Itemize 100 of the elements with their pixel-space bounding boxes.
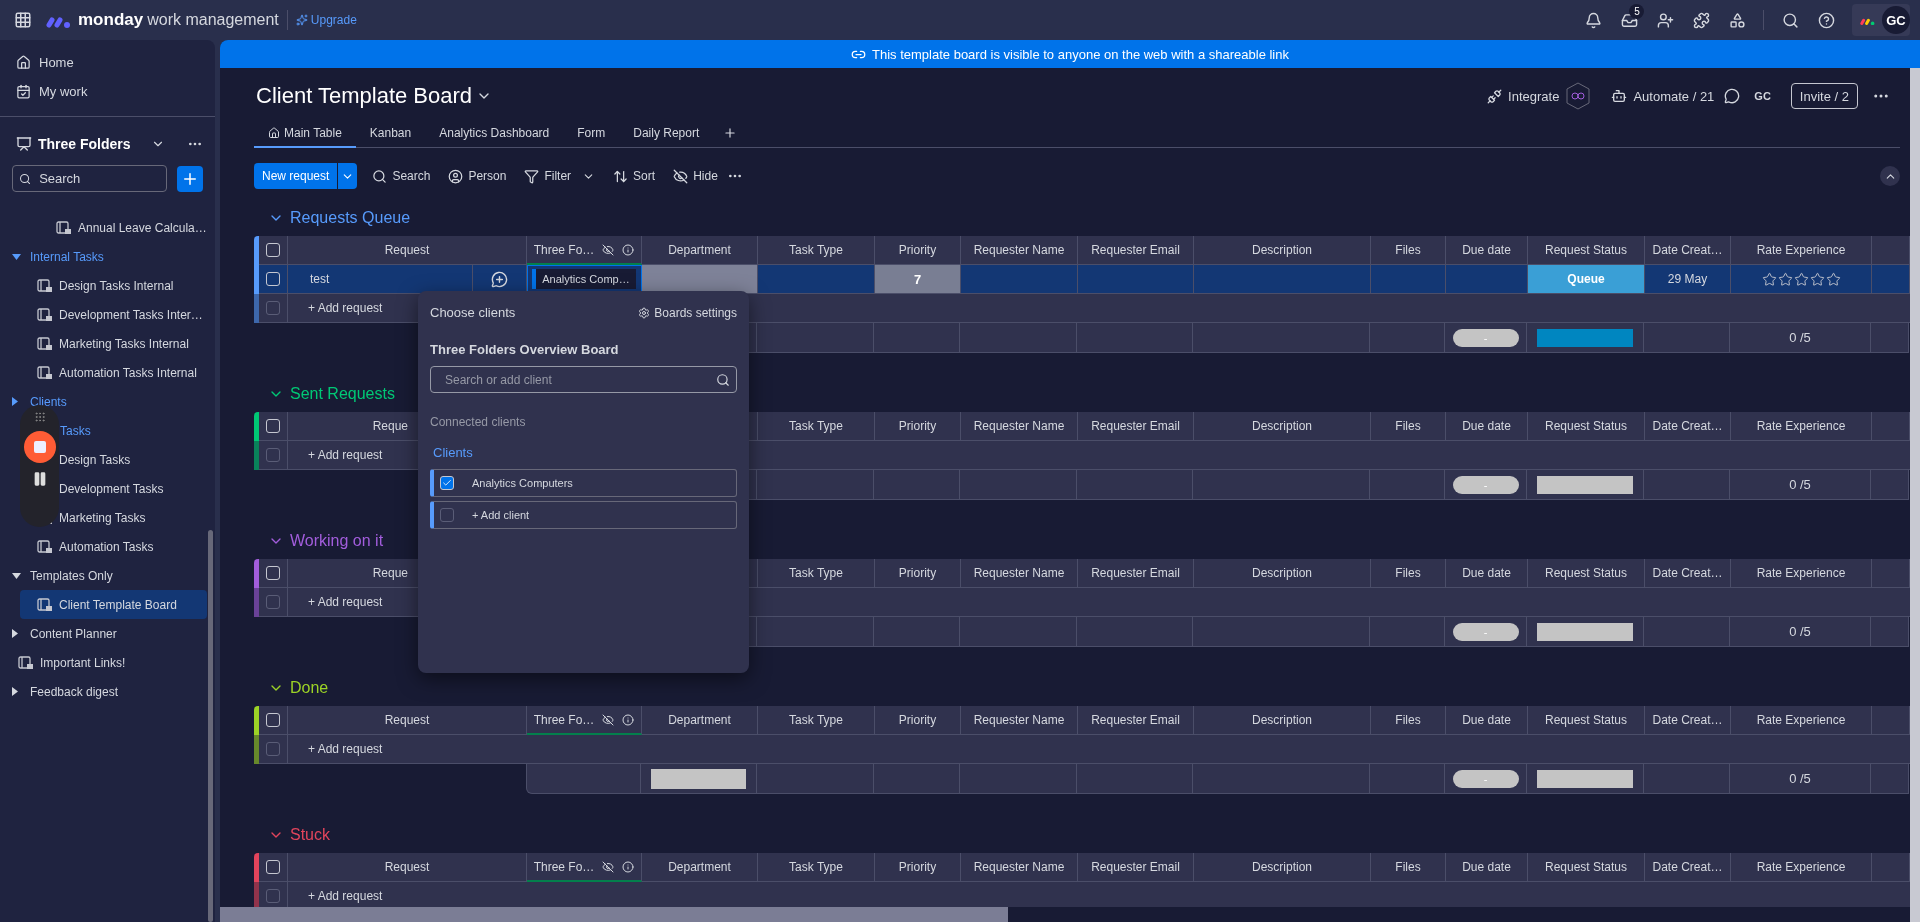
sidebar-folder-item[interactable]: Tasks bbox=[0, 416, 207, 445]
column-header[interactable]: Rate Experience bbox=[1731, 412, 1872, 441]
column-header[interactable]: Files bbox=[1371, 853, 1446, 882]
sidebar-board-item[interactable]: Important Links! bbox=[0, 648, 207, 677]
column-header[interactable]: Due date bbox=[1446, 559, 1528, 588]
eye-off-icon[interactable] bbox=[602, 860, 615, 873]
board-title[interactable]: Client Template Board bbox=[256, 83, 473, 109]
column-header[interactable]: Request Status bbox=[1528, 412, 1645, 441]
checkbox[interactable] bbox=[266, 860, 280, 874]
column-header[interactable]: Task Type bbox=[758, 853, 875, 882]
nav-item[interactable]: Home bbox=[0, 48, 215, 77]
column-header[interactable]: Request bbox=[288, 853, 527, 882]
rating-star-icon[interactable] bbox=[1793, 271, 1809, 287]
column-header[interactable]: Description bbox=[1194, 559, 1371, 588]
column-header[interactable]: Due date bbox=[1446, 412, 1528, 441]
info-icon[interactable] bbox=[622, 860, 635, 873]
checkbox[interactable] bbox=[266, 566, 280, 580]
sidebar-folder-item[interactable]: Templates Only bbox=[0, 561, 207, 590]
view-tab[interactable]: Form bbox=[563, 120, 620, 148]
column-header[interactable]: Due date bbox=[1446, 853, 1528, 882]
collapse-button[interactable] bbox=[1880, 166, 1900, 186]
toolbar-button[interactable]: Hide bbox=[664, 168, 727, 184]
sidebar-board-item[interactable]: Automation Tasks bbox=[0, 532, 207, 561]
toolbar-button[interactable]: Filter bbox=[515, 168, 605, 184]
column-header[interactable]: Rate Experience bbox=[1731, 706, 1872, 735]
toolbar-button[interactable]: Sort bbox=[604, 168, 665, 184]
add-item-row[interactable]: + Add request bbox=[288, 735, 1910, 764]
info-icon[interactable] bbox=[622, 243, 635, 256]
column-header[interactable]: Request Status bbox=[1528, 853, 1645, 882]
column-header[interactable]: Rate Experience bbox=[1731, 559, 1872, 588]
column-header[interactable]: Requester Email bbox=[1078, 853, 1194, 882]
priority-cell[interactable]: 7 bbox=[875, 265, 961, 294]
column-header[interactable]: Priority bbox=[875, 412, 961, 441]
dropdown-button[interactable] bbox=[337, 163, 358, 189]
add-item-row[interactable]: + Add request bbox=[288, 882, 1910, 907]
column-header[interactable]: Files bbox=[1371, 412, 1446, 441]
column-header[interactable]: Requester Name bbox=[961, 412, 1078, 441]
column-header[interactable]: Files bbox=[1371, 559, 1446, 588]
rating-star-icon[interactable] bbox=[1825, 271, 1841, 287]
sidebar-board-item[interactable]: Marketing Tasks Internal bbox=[0, 329, 207, 358]
column-header[interactable]: Department bbox=[642, 706, 758, 735]
avatar-initials[interactable]: GC bbox=[1740, 90, 1785, 102]
column-header[interactable]: Request Status bbox=[1528, 706, 1645, 735]
column-header[interactable]: Three Fo… bbox=[533, 859, 595, 874]
column-header[interactable]: Task Type bbox=[758, 236, 875, 265]
apps-menu-icon[interactable] bbox=[14, 11, 32, 29]
column-header[interactable]: Date Creat… bbox=[1645, 559, 1731, 588]
column-header[interactable]: Rate Experience bbox=[1731, 236, 1872, 265]
column-header[interactable]: Description bbox=[1194, 853, 1371, 882]
column-header[interactable]: Requester Name bbox=[961, 706, 1078, 735]
sidebar-board-item[interactable]: Development Tasks Inter… bbox=[0, 300, 207, 329]
drag-handle-icon[interactable] bbox=[33, 411, 46, 423]
eye-off-icon[interactable] bbox=[602, 713, 615, 726]
sidebar-folder-item[interactable]: Content Planner bbox=[0, 619, 207, 648]
automate-button[interactable]: Automate / 21 bbox=[1601, 88, 1725, 104]
column-header[interactable]: Date Creat… bbox=[1645, 853, 1731, 882]
upgrade-link[interactable]: Upgrade bbox=[295, 13, 357, 27]
column-header[interactable]: Priority bbox=[875, 559, 961, 588]
column-header[interactable]: Department bbox=[642, 853, 758, 882]
checkbox[interactable] bbox=[266, 243, 280, 257]
column-header[interactable]: Task Type bbox=[758, 412, 875, 441]
add-update-icon[interactable] bbox=[491, 270, 508, 288]
toolbar-button[interactable]: Person bbox=[439, 168, 516, 184]
column-header[interactable]: Priority bbox=[875, 853, 961, 882]
column-header[interactable]: Due date bbox=[1446, 706, 1528, 735]
column-header[interactable]: Task Type bbox=[758, 559, 875, 588]
integrate-button[interactable]: Integrate bbox=[1477, 82, 1602, 110]
sidebar-folder-item[interactable]: Clients bbox=[0, 387, 207, 416]
eye-off-icon[interactable] bbox=[602, 243, 615, 256]
view-tab[interactable]: Kanban bbox=[355, 120, 426, 148]
view-tab[interactable]: Main Table bbox=[254, 120, 356, 148]
checkbox[interactable] bbox=[440, 508, 454, 522]
sidebar-board-item[interactable]: Design Tasks Internal bbox=[0, 271, 207, 300]
column-header[interactable]: Priority bbox=[875, 236, 961, 265]
item-name[interactable]: test bbox=[288, 265, 473, 294]
search-field[interactable]: Search or add client bbox=[430, 366, 737, 393]
info-icon[interactable] bbox=[622, 713, 635, 726]
sidebar-folder-item[interactable]: Internal Tasks bbox=[0, 242, 207, 271]
column-header[interactable]: Task Type bbox=[758, 706, 875, 735]
nav-item[interactable]: My work bbox=[0, 77, 215, 106]
column-header[interactable]: Description bbox=[1194, 412, 1371, 441]
column-header[interactable]: Three Fo… bbox=[533, 242, 595, 257]
search-input[interactable]: Search or add client bbox=[443, 371, 716, 388]
view-tab[interactable]: Daily Report bbox=[619, 120, 714, 148]
column-header[interactable]: Priority bbox=[875, 706, 961, 735]
column-header[interactable]: Request Status bbox=[1528, 236, 1645, 265]
view-tab[interactable]: Analytics Dashboard bbox=[425, 120, 564, 148]
add-button[interactable] bbox=[177, 165, 203, 192]
client-option[interactable]: + Add client bbox=[430, 501, 737, 529]
rating-star-icon[interactable] bbox=[1777, 271, 1793, 287]
toolbar-button[interactable]: Search bbox=[363, 168, 440, 184]
column-header[interactable]: Requester Email bbox=[1078, 412, 1194, 441]
rating-star-icon[interactable] bbox=[1809, 271, 1825, 287]
column-header[interactable]: Files bbox=[1371, 236, 1446, 265]
column-header[interactable]: Due date bbox=[1446, 236, 1528, 265]
checkbox[interactable] bbox=[266, 713, 280, 727]
column-header[interactable]: Requester Name bbox=[961, 559, 1078, 588]
column-header[interactable]: Date Creat… bbox=[1645, 706, 1731, 735]
column-header[interactable]: Department bbox=[642, 236, 758, 265]
inbox-button[interactable]: 5 bbox=[1611, 4, 1648, 36]
